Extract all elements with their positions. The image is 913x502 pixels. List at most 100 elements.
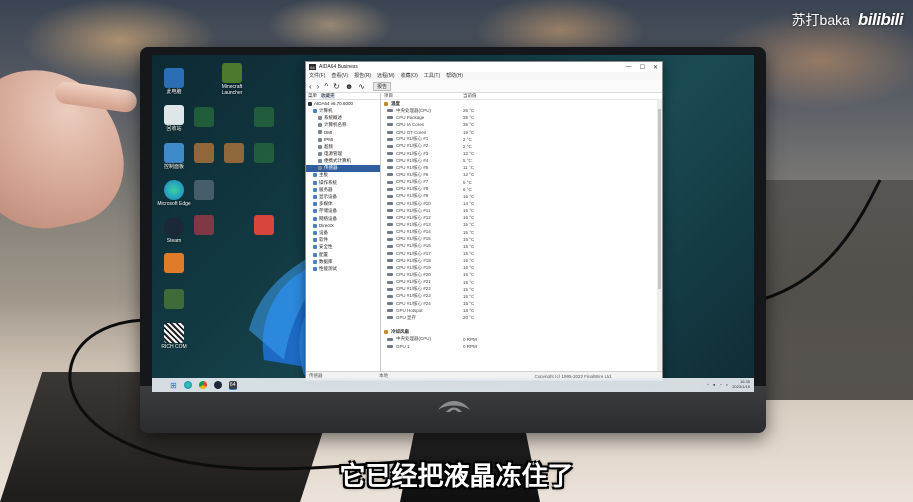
tree-item[interactable]: 多媒体: [306, 201, 380, 208]
sensor-row[interactable]: CPU #1/核心 #7 5 °C: [381, 179, 662, 186]
menu-tools[interactable]: 工具(T): [424, 72, 440, 80]
sensor-row[interactable]: CPU #1/核心 #16 15 °C: [381, 243, 662, 250]
network-icon[interactable]: ◔: [719, 382, 721, 387]
sensor-group-row[interactable]: 冷却风扇: [381, 329, 662, 336]
sensor-row[interactable]: CPU Package 35 °C: [381, 114, 662, 121]
sensor-row[interactable]: CPU #1/核心 #2 2 °C: [381, 143, 662, 150]
sensor-row[interactable]: CPU #1/核心 #14 15 °C: [381, 229, 662, 236]
tree-item[interactable]: 服务器: [306, 186, 380, 193]
sensor-row[interactable]: GPU Hotspot 18 °C: [381, 307, 662, 314]
sensor-row[interactable]: CPU #1/核心 #3 12 °C: [381, 150, 662, 157]
sensor-group-row[interactable]: 温度: [381, 100, 662, 107]
tree-item[interactable]: 便携式计算机: [306, 158, 380, 165]
desktop-icon-minecraft[interactable]: Minecraft Launcher: [212, 63, 252, 96]
sensor-row[interactable]: CPU #1/核心 #24 15 °C: [381, 300, 662, 307]
forward-icon[interactable]: ›: [317, 82, 320, 91]
sensor-row[interactable]: CPU #1/核心 #10 14 °C: [381, 200, 662, 207]
aida64-taskbar-icon[interactable]: 64: [228, 380, 237, 390]
sensor-row[interactable]: 中央处理器(CPU) 0 RPM: [381, 336, 662, 343]
tab-menu[interactable]: 菜单: [308, 93, 317, 99]
tree-item[interactable]: 设备: [306, 229, 380, 236]
tab-favorites[interactable]: 收藏夹: [321, 93, 335, 99]
sensor-row[interactable]: 中央处理器(CPU) 26 °C: [381, 107, 662, 114]
menu-favorites[interactable]: 收藏(O): [401, 72, 418, 80]
tree-item[interactable]: DirectX: [306, 222, 380, 229]
sensor-row[interactable]: CPU #1/核心 #8 6 °C: [381, 186, 662, 193]
clock[interactable]: 16:35 2023/1/16: [732, 379, 750, 389]
desktop-icon-generic-5[interactable]: [244, 143, 284, 163]
tree-item[interactable]: 性能测试: [306, 265, 380, 272]
menu-file[interactable]: 文件(F): [309, 72, 325, 80]
tree-item[interactable]: 网络设备: [306, 215, 380, 222]
desktop-icon-generic-8[interactable]: [244, 215, 284, 235]
desktop-icon-generic-9[interactable]: [154, 253, 194, 273]
scrollbar[interactable]: [657, 99, 662, 372]
desktop-icon-generic-2[interactable]: [244, 107, 284, 127]
sensor-row[interactable]: CPU #1/核心 #9 16 °C: [381, 193, 662, 200]
tree-item[interactable]: AIDA64 v6.70.6000: [306, 100, 380, 107]
menu-report[interactable]: 报告(R): [354, 72, 371, 80]
close-button[interactable]: ✕: [653, 64, 658, 71]
sensor-row[interactable]: CPU #1/核心 #12 16 °C: [381, 214, 662, 221]
tree-item[interactable]: 安全性: [306, 244, 380, 251]
desktop-icon-generic-7[interactable]: [184, 215, 224, 235]
sensor-row[interactable]: CPU #1/核心 #4 5 °C: [381, 157, 662, 164]
tray-steam-icon[interactable]: ●: [713, 382, 715, 387]
sensor-row[interactable]: CPU #1/核心 #19 15 °C: [381, 264, 662, 271]
menu-help[interactable]: 帮助(H): [446, 72, 463, 80]
tree-item[interactable]: 软件: [306, 237, 380, 244]
menu-remote[interactable]: 远程(M): [377, 72, 395, 80]
desktop-icon-rich-com[interactable]: RICH COM: [154, 323, 194, 350]
column-item[interactable]: 项目: [381, 93, 460, 99]
chrome-icon[interactable]: [198, 381, 207, 389]
sensor-row[interactable]: CPU GT Cores 19 °C: [381, 129, 662, 136]
desktop-icon-generic-10[interactable]: [154, 289, 194, 309]
sensor-row[interactable]: [381, 321, 662, 328]
sensor-row[interactable]: CPU #1/核心 #17 15 °C: [381, 250, 662, 257]
sensor-row[interactable]: GPU 显存 20 °C: [381, 314, 662, 321]
maximize-button[interactable]: ☐: [640, 64, 645, 71]
tray-chevron-icon[interactable]: ^: [707, 382, 709, 387]
desktop-icon-generic-1[interactable]: [184, 107, 224, 127]
sensor-row[interactable]: CPU #1/核心 #21 15 °C: [381, 279, 662, 286]
back-icon[interactable]: ‹: [309, 82, 312, 91]
tree-item[interactable]: 主板: [306, 172, 380, 179]
up-icon[interactable]: ^: [324, 82, 328, 91]
windows-start-icon[interactable]: ⊞: [170, 381, 177, 390]
minimize-button[interactable]: —: [626, 64, 632, 71]
tree-item[interactable]: 电源管理: [306, 150, 380, 157]
refresh-icon[interactable]: ↻: [333, 82, 340, 91]
desktop-icon-generic-6[interactable]: [184, 180, 224, 200]
steam-icon[interactable]: [213, 381, 222, 389]
tree-item[interactable]: 操作系统: [306, 179, 380, 186]
sensor-row[interactable]: CPU #1/核心 #13 15 °C: [381, 221, 662, 228]
report-button[interactable]: 报告: [372, 81, 391, 91]
sensor-row[interactable]: CPU #1/核心 #11 16 °C: [381, 207, 662, 214]
sensor-row[interactable]: CPU IA Cores 35 °C: [381, 121, 662, 128]
sensor-row[interactable]: CPU #1/核心 #6 12 °C: [381, 171, 662, 178]
sensor-row[interactable]: CPU #1/核心 #5 11 °C: [381, 164, 662, 171]
scrollbar-thumb[interactable]: [658, 109, 661, 289]
sensor-row[interactable]: CPU #1/核心 #18 15 °C: [381, 257, 662, 264]
user-icon[interactable]: ☻: [345, 82, 353, 91]
tree-item[interactable]: 配置: [306, 251, 380, 258]
desktop-icon-this-pc[interactable]: 此电脑: [154, 68, 194, 95]
tree-item[interactable]: 超频: [306, 143, 380, 150]
tree-item[interactable]: 数据库: [306, 258, 380, 265]
tree-item[interactable]: IPMI: [306, 136, 380, 143]
sensor-row[interactable]: CPU #1/核心 #15 15 °C: [381, 236, 662, 243]
tree-item[interactable]: 系统概述: [306, 114, 380, 121]
sensor-row[interactable]: CPU #1/核心 #1 2 °C: [381, 136, 662, 143]
tree-item[interactable]: 存储设备: [306, 208, 380, 215]
tree-item[interactable]: 传感器: [306, 164, 380, 172]
menu-view[interactable]: 查看(V): [331, 72, 348, 80]
chart-icon[interactable]: ∿: [358, 82, 365, 91]
sensor-row[interactable]: GPU 1 0 RPM: [381, 343, 662, 350]
sensor-row[interactable]: CPU #1/核心 #23 15 °C: [381, 293, 662, 300]
tree-item[interactable]: DMI: [306, 129, 380, 136]
sensor-row[interactable]: CPU #1/核心 #22 15 °C: [381, 286, 662, 293]
tree-item[interactable]: 计算机: [306, 107, 380, 114]
tree-item[interactable]: 显示设备: [306, 193, 380, 200]
edge-icon[interactable]: [183, 381, 192, 389]
sensor-row[interactable]: CPU #1/核心 #20 15 °C: [381, 271, 662, 278]
